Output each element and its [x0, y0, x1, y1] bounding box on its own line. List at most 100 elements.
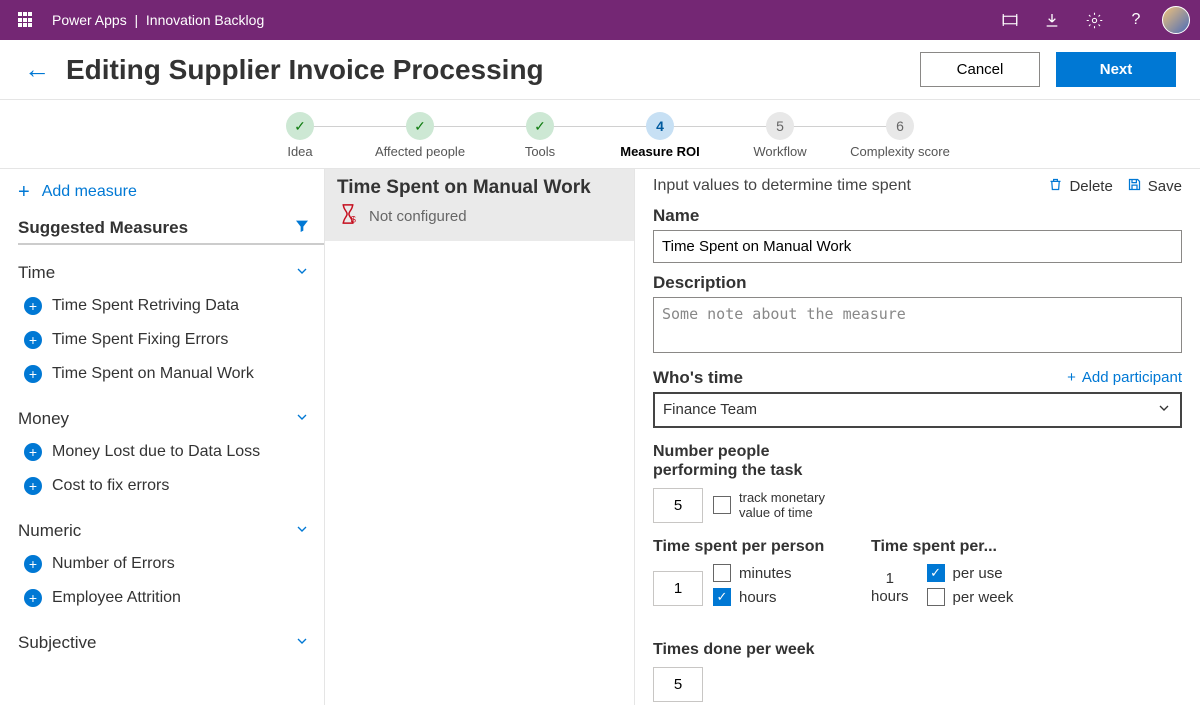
measure-item-label: Time Spent Retriving Data — [52, 297, 239, 315]
group-name: Time — [18, 263, 55, 283]
measure-item-label: Cost to fix errors — [52, 477, 169, 495]
plus-icon: + — [18, 181, 30, 204]
fit-icon[interactable] — [994, 4, 1026, 36]
gear-icon[interactable] — [1078, 4, 1110, 36]
measure-item-label: Employee Attrition — [52, 589, 181, 607]
measure-item[interactable]: +Money Lost due to Data Loss — [18, 435, 324, 469]
name-input[interactable] — [653, 230, 1182, 263]
chevron-down-icon — [294, 263, 310, 282]
next-button[interactable]: Next — [1056, 52, 1176, 87]
add-participant-button[interactable]: + Add participant — [1067, 369, 1182, 386]
measure-item[interactable]: + Time Spent Retriving Data — [18, 289, 324, 323]
back-arrow-icon[interactable]: ← — [24, 54, 50, 85]
description-input[interactable] — [653, 297, 1182, 353]
add-circle-icon: + — [24, 297, 42, 315]
wizard-stepper: ✓Idea✓Affected people✓Tools4Measure ROI5… — [0, 100, 1200, 169]
wizard-step[interactable]: 6Complexity score — [840, 112, 960, 160]
step-circle: ✓ — [526, 112, 554, 140]
group-header[interactable]: Time — [18, 257, 324, 289]
measure-detail-panel: Input values to determine time spent Del… — [635, 169, 1200, 705]
page-title: Editing Supplier Invoice Processing — [66, 54, 904, 86]
measure-item[interactable]: + Time Spent Fixing Errors — [18, 323, 324, 357]
times-done-input[interactable] — [653, 667, 703, 702]
add-circle-icon: + — [24, 365, 42, 383]
whos-time-select[interactable]: Finance Team — [653, 392, 1182, 428]
add-measure-button[interactable]: + Add measure — [18, 177, 324, 214]
hourglass-dollar-icon: $ — [337, 203, 359, 231]
add-measure-label: Add measure — [42, 183, 137, 201]
wizard-step[interactable]: ✓ Idea — [240, 112, 360, 160]
app-name[interactable]: Power Apps — [52, 12, 127, 28]
waffle-icon[interactable] — [10, 4, 42, 36]
whos-time-value: Finance Team — [663, 401, 757, 418]
wizard-step[interactable]: ✓ Affected people — [360, 112, 480, 160]
measure-item[interactable]: + Employee Attrition — [18, 581, 324, 615]
group-name: Numeric — [18, 521, 81, 541]
measure-card[interactable]: Time Spent on Manual Work $ Not configur… — [325, 169, 634, 241]
measures-sidebar: + Add measure Suggested Measures Time+Ti… — [0, 169, 325, 705]
track-monetary-checkbox[interactable] — [713, 496, 731, 514]
num-people-input[interactable] — [653, 488, 703, 523]
name-label: Name — [653, 206, 1182, 226]
wizard-step[interactable]: 5 Workflow — [720, 112, 840, 160]
add-circle-icon: + — [24, 331, 42, 349]
group-header[interactable]: Numeric — [18, 515, 324, 547]
chevron-down-icon — [1156, 400, 1172, 420]
group-name: Subjective — [18, 633, 96, 653]
group-name: Money — [18, 409, 69, 429]
delete-button[interactable]: Delete — [1048, 177, 1112, 196]
step-circle: 5 — [766, 112, 794, 140]
svg-text:$: $ — [351, 214, 356, 224]
time-per-person-label: Time spent per person — [653, 537, 843, 556]
group-header[interactable]: Money — [18, 403, 324, 435]
hours-checkbox[interactable]: ✓ — [713, 588, 731, 606]
filter-icon[interactable] — [294, 218, 310, 239]
step-label: Affected people — [360, 144, 480, 160]
per-use-checkbox[interactable]: ✓ — [927, 564, 945, 582]
num-people-label: Number people performing the task — [653, 442, 823, 480]
add-circle-icon: + — [24, 589, 42, 607]
measure-card-title: Time Spent on Manual Work — [337, 177, 622, 199]
step-label: Tools — [480, 144, 600, 160]
time-per-person-input[interactable] — [653, 571, 703, 606]
time-spent-per-label: Time spent per... — [871, 537, 1051, 556]
per-week-checkbox[interactable] — [927, 588, 945, 606]
step-label: Idea — [240, 144, 360, 160]
measure-item[interactable]: + Cost to fix errors — [18, 469, 324, 503]
help-icon[interactable]: ? — [1120, 4, 1152, 36]
wizard-step[interactable]: 4 Measure ROI — [600, 112, 720, 160]
page-header: ← Editing Supplier Invoice Processing Ca… — [0, 40, 1200, 100]
add-circle-icon: + — [24, 443, 42, 461]
minutes-checkbox[interactable] — [713, 564, 731, 582]
track-monetary-label: track monetary value of time — [739, 490, 849, 521]
cancel-button[interactable]: Cancel — [920, 52, 1040, 87]
avatar[interactable] — [1162, 6, 1190, 34]
app-breadcrumb: Power Apps | Innovation Backlog — [52, 12, 264, 28]
selected-measure-column: Time Spent on Manual Work $ Not configur… — [325, 169, 635, 705]
plus-icon: + — [1067, 369, 1076, 386]
step-circle: ✓ — [406, 112, 434, 140]
measure-item[interactable]: +Number of Errors — [18, 547, 324, 581]
step-circle: 4 — [646, 112, 674, 140]
download-icon[interactable] — [1036, 4, 1068, 36]
detail-hint: Input values to determine time spent — [653, 177, 1034, 195]
page-name: Innovation Backlog — [146, 12, 264, 28]
step-circle: ✓ — [286, 112, 314, 140]
time-per-display: 1 hours — [871, 570, 909, 606]
save-icon — [1127, 177, 1142, 196]
times-done-label: Times done per week — [653, 640, 815, 659]
measure-item[interactable]: +Time Spent on Manual Work — [18, 357, 324, 391]
suggested-measures-heading: Suggested Measures — [18, 218, 188, 238]
step-label: Measure ROI — [600, 144, 720, 160]
trash-icon — [1048, 177, 1063, 196]
wizard-step[interactable]: ✓ Tools — [480, 112, 600, 160]
add-circle-icon: + — [24, 477, 42, 495]
measure-item-label: Time Spent Fixing Errors — [52, 331, 228, 349]
whos-time-label: Who's time — [653, 368, 743, 388]
top-bar: Power Apps | Innovation Backlog ? — [0, 0, 1200, 40]
chevron-down-icon — [294, 409, 310, 428]
group-header[interactable]: Subjective — [18, 627, 324, 659]
step-circle: 6 — [886, 112, 914, 140]
step-label: Workflow — [720, 144, 840, 160]
save-button[interactable]: Save — [1127, 177, 1182, 196]
